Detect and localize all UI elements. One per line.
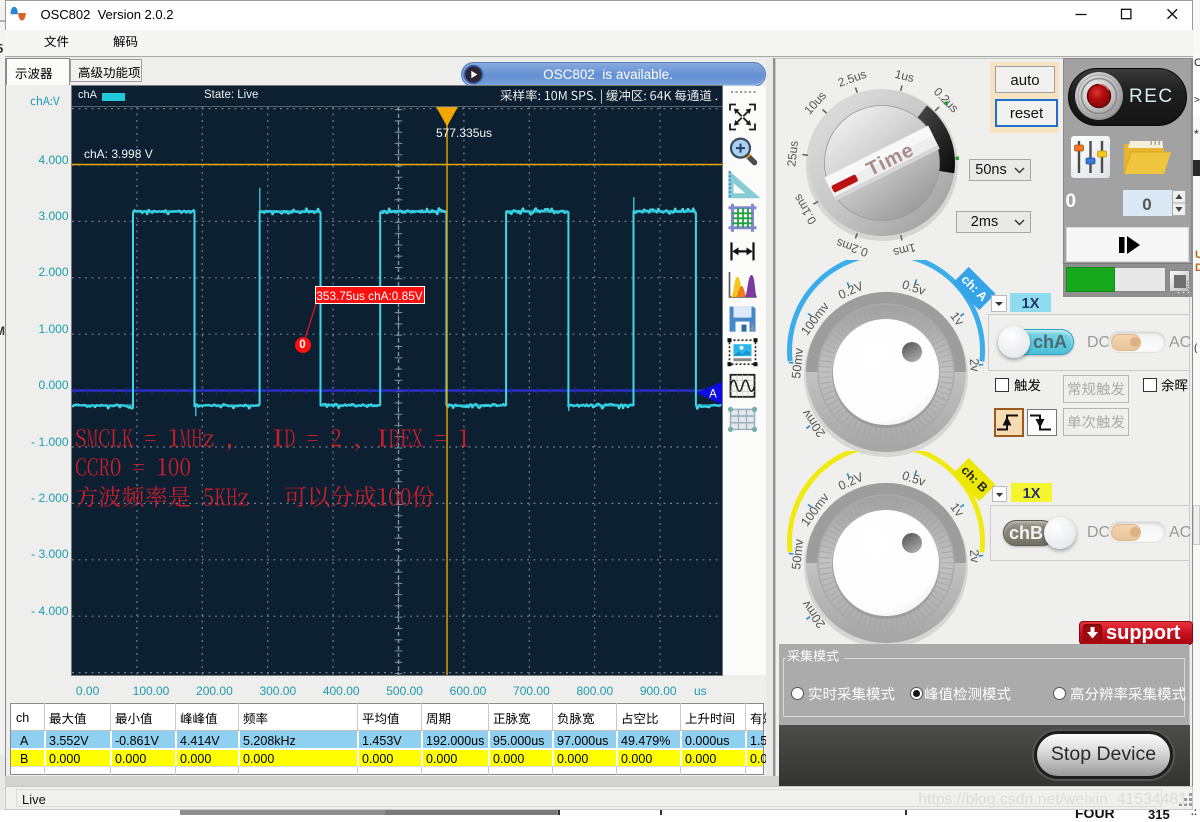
svg-text:1ms: 1ms — [892, 240, 917, 259]
svg-text:2v: 2v — [967, 549, 982, 564]
svg-text:50mv: 50mv — [789, 538, 806, 571]
svg-text:0.2ms: 0.2ms — [834, 236, 869, 260]
svg-text:25us: 25us — [784, 140, 801, 167]
svg-text:2v: 2v — [967, 358, 982, 373]
svg-text:A: A — [709, 389, 717, 401]
svg-text:2.5us: 2.5us — [836, 67, 868, 90]
svg-text:10us: 10us — [801, 88, 829, 117]
svg-text:50mv: 50mv — [789, 347, 806, 380]
svg-text:1us: 1us — [893, 67, 915, 85]
